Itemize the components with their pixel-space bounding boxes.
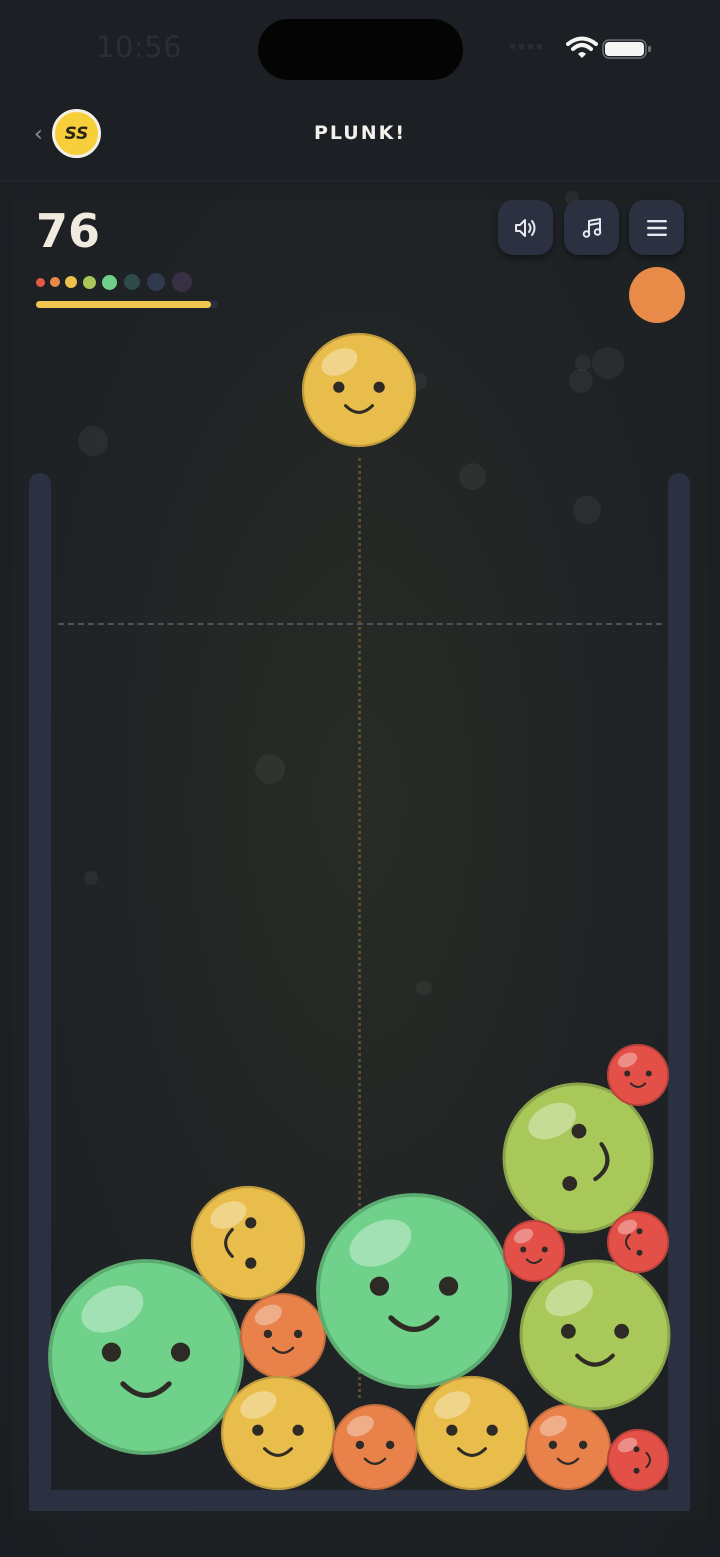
next-ball-preview: [629, 267, 685, 323]
tier-dot: [124, 274, 140, 290]
ambient-bubble: [459, 463, 486, 490]
status-time: 10:56: [96, 30, 183, 64]
tier-dot: [147, 273, 165, 291]
green-ball-large-center: [315, 1192, 513, 1390]
red-ball-top-right: [605, 1042, 671, 1108]
orange-ball-bottom: [330, 1402, 420, 1492]
progress-bar-fill: [36, 301, 211, 308]
red-ball-bottom-right: [605, 1427, 671, 1493]
tier-progress-dots: [36, 272, 226, 292]
battery-icon: [602, 39, 652, 59]
music-button[interactable]: [564, 200, 619, 255]
app-header: ‹ SS PLUNK!: [0, 100, 720, 182]
menu-button[interactable]: [629, 200, 684, 255]
held-yellow-ball: [300, 331, 418, 449]
dynamic-island: [258, 19, 463, 80]
red-ball-right: [605, 1209, 671, 1275]
status-icons: [510, 34, 660, 64]
wifi-icon: [566, 36, 598, 60]
ambient-bubble: [84, 871, 98, 885]
ambient-bubble: [78, 426, 108, 456]
yellow-ball-bottom-center: [413, 1374, 531, 1492]
speaker-icon: [513, 216, 539, 240]
cellular-signal-icon: [510, 44, 542, 49]
ambient-bubble: [573, 496, 601, 524]
tier-dot: [65, 276, 77, 288]
ambient-bubble: [416, 980, 432, 996]
yellow-ball-upper-left: [189, 1184, 307, 1302]
progress-bar: [36, 301, 218, 308]
orange-ball-bottom-right: [523, 1402, 613, 1492]
music-note-icon: [580, 216, 604, 240]
score-value: 76: [36, 204, 101, 258]
tier-dot: [83, 275, 96, 289]
tier-dot: [36, 277, 45, 287]
ambient-bubble: [592, 347, 624, 379]
red-ball-middle: [501, 1218, 567, 1284]
hamburger-menu-icon: [646, 219, 668, 237]
ambient-bubble: [255, 754, 285, 784]
ambient-bubble: [569, 369, 593, 393]
sound-button[interactable]: [498, 200, 553, 255]
status-bar: 10:56: [0, 0, 720, 100]
tier-dot: [50, 277, 60, 287]
container-floor: [29, 1490, 690, 1511]
tier-dot: [172, 272, 192, 292]
page-title: PLUNK!: [313, 122, 407, 144]
ambient-bubble: [575, 355, 591, 371]
yellow-ball-bottom-left: [219, 1374, 337, 1492]
tier-dot: [102, 274, 117, 290]
